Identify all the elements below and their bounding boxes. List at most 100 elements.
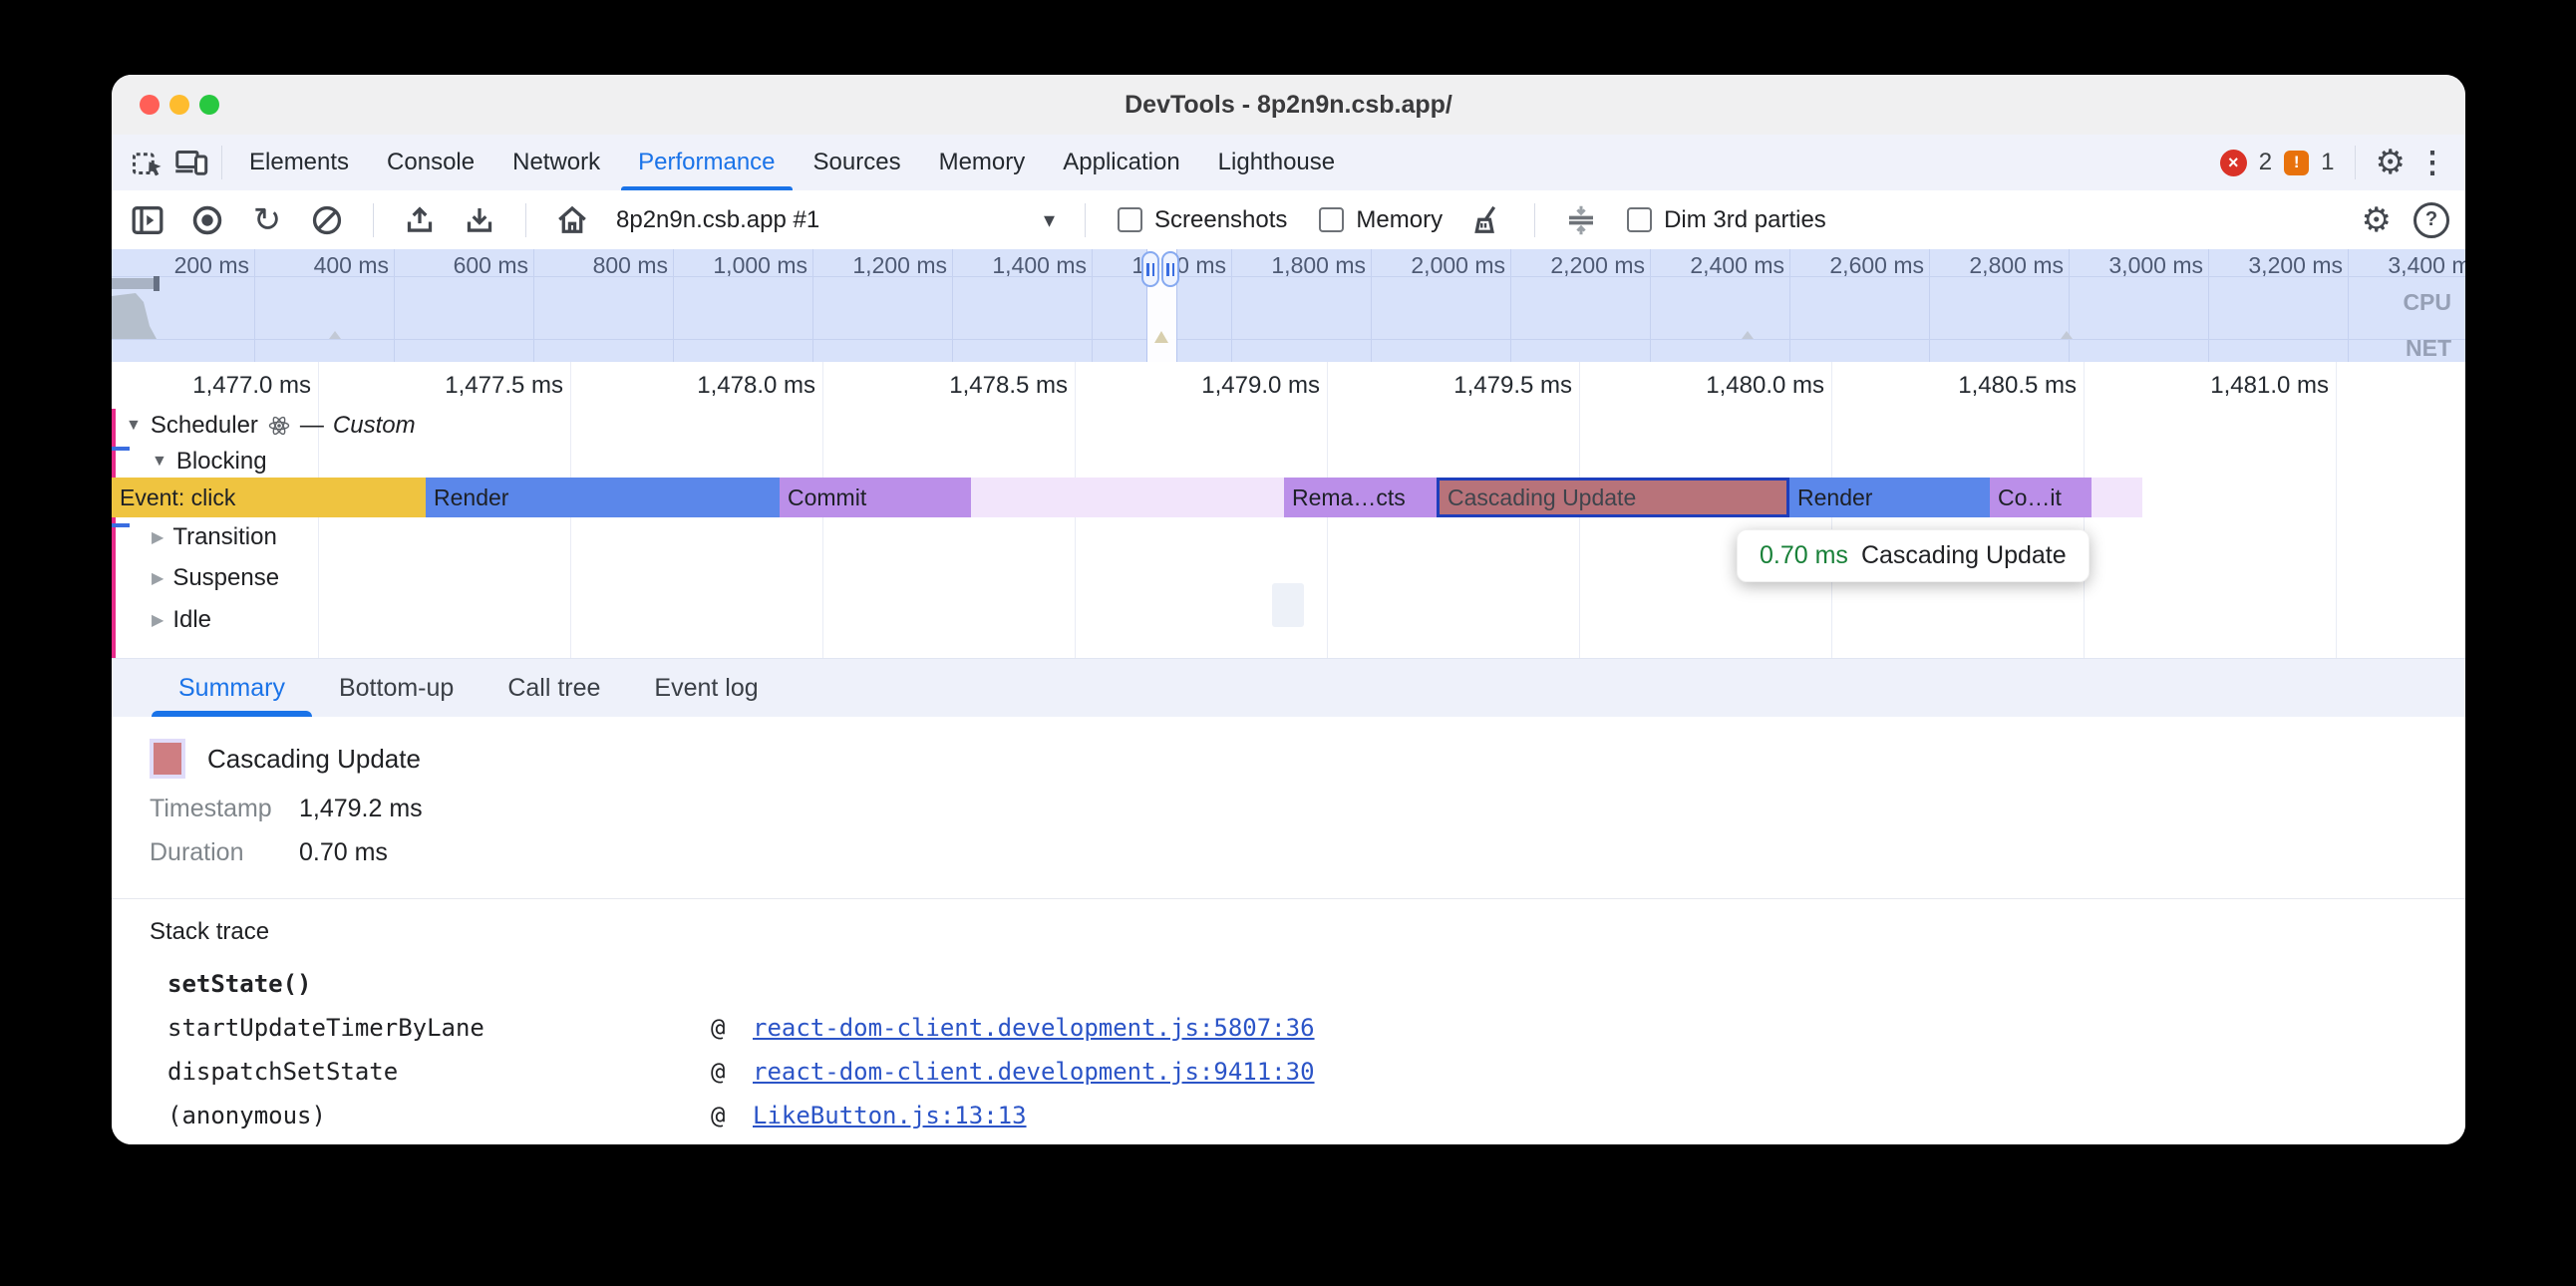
tab-application[interactable]: Application [1044, 135, 1198, 190]
stack-source-link[interactable]: react-dom-client.development.js:9411:30 [753, 1058, 2425, 1086]
timestamp-label: Timestamp [150, 795, 299, 823]
collapse-tracks-icon[interactable] [1559, 198, 1603, 242]
divider [373, 203, 374, 237]
ruler-tick-label: 1,481.0 ms [2210, 372, 2329, 400]
window-title: DevTools - 8p2n9n.csb.app/ [112, 75, 2465, 135]
help-icon[interactable]: ? [2414, 202, 2449, 238]
track-row-transition[interactable]: ▶Transition [152, 522, 277, 552]
overview-tick-label: 3,200 ms [2248, 252, 2343, 279]
track-row-label: Suspense [172, 564, 279, 592]
record-icon[interactable] [185, 198, 229, 242]
overview-gridline [533, 249, 534, 362]
timeline-overview[interactable]: 200 ms400 ms600 ms800 ms1,000 ms1,200 ms… [112, 249, 2465, 363]
garbage-collect-icon[interactable] [1466, 198, 1510, 242]
settings-gear-icon[interactable]: ⚙ [2376, 141, 2406, 184]
ruler-tick-label: 1,480.5 ms [1958, 372, 2077, 400]
expand-arrow-icon[interactable]: ▶ [152, 527, 163, 547]
stack-function-name: startUpdateTimerByLane [167, 1014, 711, 1042]
tab-performance[interactable]: Performance [619, 135, 794, 190]
collapse-arrow-icon[interactable]: ▼ [152, 453, 167, 471]
overview-tick-label: 1,800 ms [1271, 252, 1366, 279]
stack-source-link[interactable]: react-dom-client.development.js:5807:36 [753, 1014, 2425, 1042]
overview-tick-label: 2,600 ms [1829, 252, 1924, 279]
upload-profile-icon[interactable] [398, 198, 442, 242]
capture-settings-gear-icon[interactable]: ⚙ [2362, 198, 2392, 242]
overview-gridline [2069, 249, 2070, 362]
home-icon[interactable] [550, 198, 594, 242]
tab-summary[interactable]: Summary [152, 659, 312, 717]
clear-icon[interactable] [305, 198, 349, 242]
more-options-icon[interactable]: ⋮ [2417, 146, 2447, 180]
flame-bar-render[interactable]: Render [426, 478, 780, 517]
tooltip-label: Cascading Update [1861, 541, 2067, 570]
device-toolbar-icon[interactable] [169, 141, 213, 184]
panel-tabs: ElementsConsoleNetworkPerformanceSources… [230, 135, 1354, 190]
error-count: 2 [2259, 149, 2272, 176]
duration-label: Duration [150, 838, 299, 867]
memory-checkbox[interactable] [1319, 207, 1344, 232]
overview-tick-label: 600 ms [454, 252, 528, 279]
scheduler-track: ▼ Scheduler — Custom ▼Blocking ▶Transitio… [112, 409, 2465, 658]
overview-gridline [1789, 249, 1790, 362]
download-profile-icon[interactable] [458, 198, 501, 242]
ruler-tick-label: 1,480.0 ms [1706, 372, 1824, 400]
track-row-suspense[interactable]: ▶ Suspense [152, 563, 279, 593]
flame-bar-render[interactable]: Render [1789, 478, 1990, 517]
stack-source-link[interactable]: LikeButton.js:13:13 [753, 1102, 2425, 1129]
overview-tick-label: 2,000 ms [1411, 252, 1505, 279]
profile-select-value: 8p2n9n.csb.app #1 [616, 206, 819, 234]
tab-bottom-up[interactable]: Bottom-up [312, 659, 481, 717]
tab-console[interactable]: Console [368, 135, 493, 190]
hover-artifact [1272, 583, 1304, 627]
profile-select[interactable]: 8p2n9n.csb.app #1 ▾ [616, 206, 1055, 234]
tab-event-log[interactable]: Event log [627, 659, 785, 717]
lane-indicator [112, 447, 130, 451]
flame-bar-span[interactable] [971, 478, 1284, 517]
dim-3rd-parties-checkbox[interactable] [1627, 207, 1652, 232]
track-row-idle[interactable]: ▶ Idle [152, 605, 211, 635]
selection-marker [1154, 331, 1168, 343]
expand-arrow-icon[interactable]: ▶ [152, 610, 163, 630]
flame-bar-span[interactable] [2092, 478, 2142, 517]
flame-chart-row: Event: clickRenderCommitRema…ctsCascadin… [112, 478, 2465, 517]
tab-network[interactable]: Network [493, 135, 619, 190]
screenshots-checkbox[interactable] [1118, 207, 1142, 232]
flame-bar-cascading-update[interactable]: Cascading Update [1437, 478, 1789, 517]
ruler-tick-label: 1,477.0 ms [192, 372, 311, 400]
track-row-blocking[interactable]: ▼Blocking [152, 447, 267, 477]
expand-arrow-icon[interactable]: ▶ [152, 568, 163, 588]
overview-gridline [254, 249, 255, 362]
devtools-tab-bar: ElementsConsoleNetworkPerformanceSources… [112, 135, 2465, 191]
selection-left-handle[interactable] [1141, 251, 1159, 287]
performance-toolbar: ↻ [112, 190, 2465, 249]
net-label: NET [2406, 335, 2451, 362]
cpu-bump [329, 331, 341, 339]
divider [2355, 146, 2356, 179]
track-group-suffix: Custom [333, 412, 416, 440]
flame-bar-co-it[interactable]: Co…it [1990, 478, 2092, 517]
flame-bar-rema-cts[interactable]: Rema…cts [1284, 478, 1437, 517]
inspect-element-icon[interactable] [126, 141, 169, 184]
tab-sources[interactable]: Sources [795, 135, 920, 190]
track-group-header[interactable]: ▼ Scheduler — Custom [126, 412, 416, 440]
reload-record-icon[interactable]: ↻ [245, 198, 289, 242]
error-badge-icon[interactable]: × [2220, 150, 2247, 176]
expand-arrow-icon[interactable]: ▼ [126, 417, 142, 435]
divider [525, 203, 526, 237]
tab-lighthouse[interactable]: Lighthouse [1199, 135, 1354, 190]
details-tab-bar: SummaryBottom-upCall treeEvent log [112, 658, 2465, 718]
overview-separator [112, 276, 2465, 277]
tab-memory[interactable]: Memory [920, 135, 1045, 190]
toggle-sidebar-icon[interactable] [126, 198, 169, 242]
warning-badge-icon[interactable]: ! [2284, 151, 2309, 175]
tab-call-tree[interactable]: Call tree [481, 659, 627, 717]
flame-bar-event-click[interactable]: Event: click [112, 478, 426, 517]
selection-right-handle[interactable] [1161, 251, 1179, 287]
tab-elements[interactable]: Elements [230, 135, 368, 190]
timestamp-value: 1,479.2 ms [299, 795, 423, 823]
flame-bar-commit[interactable]: Commit [780, 478, 971, 517]
overview-separator [112, 339, 2465, 340]
overview-tick-label: 1,200 ms [852, 252, 947, 279]
cpu-activity-chart [112, 289, 181, 339]
track-row-label: Idle [172, 606, 211, 634]
